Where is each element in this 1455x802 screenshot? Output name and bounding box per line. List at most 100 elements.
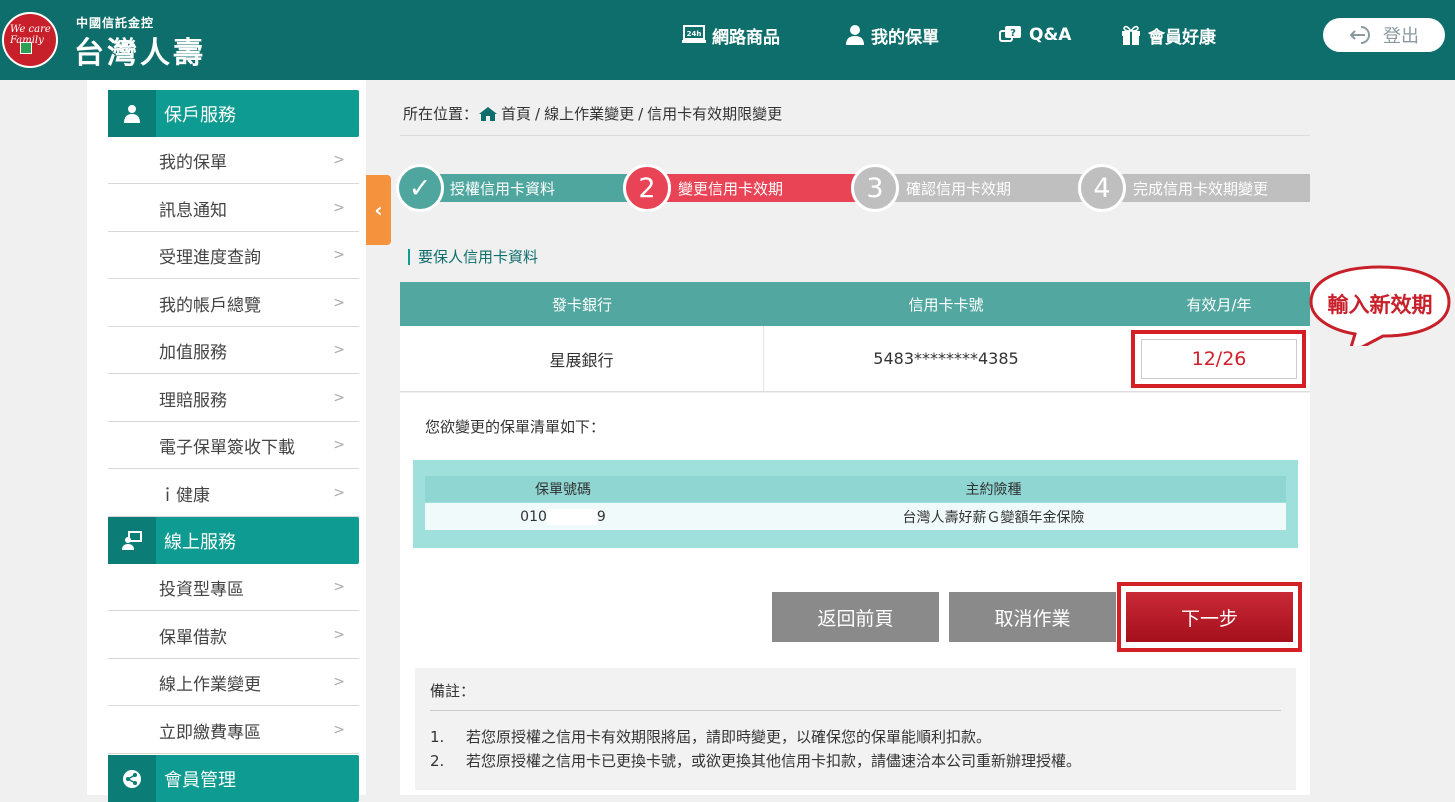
- nav-qa-label: Q&A: [1029, 25, 1072, 45]
- back-button[interactable]: 返回前頁: [772, 592, 939, 642]
- logout-button[interactable]: 登出: [1323, 18, 1445, 52]
- user-icon: [846, 25, 864, 45]
- step-number: 3: [866, 172, 884, 204]
- chevron-right-icon: >: [333, 247, 345, 263]
- sidebar-item-account-overview[interactable]: 我的帳戶總覽 >: [108, 280, 359, 327]
- card-section-title: 要保人信用卡資料: [408, 249, 538, 265]
- redaction-mask: [546, 508, 597, 525]
- sidebar-collapse-button[interactable]: ‹: [366, 175, 391, 245]
- laptop-24h-icon: 24h: [682, 25, 706, 43]
- policy-product: 台灣人壽好薪Ｇ變額年金保險: [902, 509, 1085, 526]
- sidebar-section-customer-service[interactable]: 保戶服務: [108, 90, 359, 137]
- sidebar-section-label: 會員管理: [164, 769, 236, 791]
- chevron-right-icon: >: [333, 579, 345, 595]
- step-4: 完成信用卡效期變更: [1103, 174, 1310, 202]
- policy-number-suffix: 9: [596, 508, 606, 525]
- list-item: 2. 若您原授權之信用卡已更換卡號，或欲更換其他信用卡扣款，請儘速洽本公司重新辦理…: [430, 749, 1281, 773]
- question-bubble-icon: ?: [999, 26, 1021, 42]
- sidebar-item-my-policy[interactable]: 我的保單 >: [108, 137, 359, 184]
- nav-member-perks[interactable]: 會員好康: [1120, 20, 1216, 50]
- nav-products-label: 網路商品: [712, 27, 780, 48]
- table-row: 010 9 台灣人壽好薪Ｇ變額年金保險: [425, 503, 1286, 530]
- chevron-right-icon: >: [333, 437, 345, 453]
- online-service-icon: [108, 517, 156, 564]
- brand-title: 台灣人壽: [74, 36, 206, 71]
- step-label: 授權信用卡資料: [450, 179, 556, 198]
- logo-mark: [20, 42, 32, 54]
- sidebar-item-label: 電子保單簽收下載: [159, 437, 295, 458]
- note-text: 若您原授權之信用卡已更換卡號，或欲更換其他信用卡扣款，請儘速洽本公司重新辦理授權…: [466, 752, 1082, 770]
- step-number: 4: [1093, 172, 1111, 204]
- col-expiry: 有效月/年: [1186, 295, 1252, 314]
- sidebar-section-online-service[interactable]: 線上服務: [108, 517, 359, 564]
- sidebar-item-label: 訊息通知: [159, 200, 227, 221]
- sidebar-item-i-health[interactable]: ｉ健康 >: [108, 470, 359, 517]
- home-icon[interactable]: [478, 106, 498, 122]
- card-table-header: 發卡銀行 信用卡卡號 有效月/年: [400, 282, 1310, 326]
- chevron-right-icon: >: [333, 485, 345, 501]
- site-header: We care Family 中國信託金控 台灣人壽 24h 網路商品 我的保單…: [0, 0, 1455, 80]
- sidebar-item-label: 我的帳戶總覽: [159, 295, 261, 316]
- list-item: 1. 若您原授權之信用卡有效期限將屆，請即時變更，以確保您的保單能順利扣款。: [430, 725, 1281, 749]
- breadcrumb-online-changes[interactable]: 線上作業變更: [544, 103, 634, 124]
- note-text: 若您原授權之信用卡有效期限將屆，請即時變更，以確保您的保單能順利扣款。: [466, 728, 992, 746]
- sidebar-item-label: 立即繳費專區: [159, 722, 261, 743]
- brand-logo[interactable]: We care Family: [2, 12, 58, 68]
- logout-icon: [1349, 26, 1370, 44]
- step-label: 完成信用卡效期變更: [1133, 179, 1269, 198]
- sidebar-item-label: 受理進度查詢: [159, 247, 261, 268]
- nav-products[interactable]: 24h 網路商品: [682, 20, 780, 50]
- sidebar-item-label: 理賠服務: [159, 390, 227, 411]
- breadcrumb-home[interactable]: 首頁: [501, 103, 531, 124]
- step-1-check-icon: ✓: [396, 164, 444, 212]
- cancel-button[interactable]: 取消作業: [949, 592, 1116, 642]
- user-icon: [108, 90, 156, 137]
- step-2-circle: 2: [623, 164, 671, 212]
- breadcrumb-separator: /: [638, 104, 644, 123]
- policy-intro: 您欲變更的保單清單如下：: [425, 418, 606, 436]
- chevron-right-icon: >: [333, 390, 345, 406]
- step-4-circle: 4: [1078, 164, 1126, 212]
- logout-label: 登出: [1383, 26, 1419, 47]
- col-product: 主約險種: [965, 482, 1022, 498]
- sidebar-item-label: ｉ健康: [159, 485, 210, 506]
- notes-title: 備註：: [430, 682, 476, 700]
- sidebar-item-online-changes[interactable]: 線上作業變更 >: [108, 659, 359, 706]
- sidebar-item-notifications[interactable]: 訊息通知 >: [108, 185, 359, 232]
- sidebar-item-progress[interactable]: 受理進度查詢 >: [108, 232, 359, 279]
- sidebar-section-label: 保戶服務: [164, 104, 236, 126]
- policy-table-header: 保單號碼 主約險種: [425, 476, 1286, 502]
- col-bank: 發卡銀行: [551, 295, 612, 314]
- chevron-right-icon: >: [333, 295, 345, 311]
- divider: [430, 710, 1281, 711]
- nav-my-policy[interactable]: 我的保單: [845, 20, 939, 50]
- nav-qa[interactable]: ? Q&A: [999, 20, 1071, 50]
- chevron-right-icon: >: [333, 152, 345, 168]
- sidebar-item-e-policy[interactable]: 電子保單簽收下載 >: [108, 422, 359, 469]
- sidebar-item-label: 加值服務: [159, 342, 227, 363]
- chevron-right-icon: >: [333, 627, 345, 643]
- nav-member-perks-label: 會員好康: [1148, 27, 1216, 48]
- policy-number: 010 9: [425, 503, 701, 530]
- sidebar-item-value-added[interactable]: 加值服務 >: [108, 327, 359, 374]
- notes-box: 備註： 1. 若您原授權之信用卡有效期限將屆，請即時變更，以確保您的保單能順利扣款…: [415, 668, 1296, 790]
- step-3-circle: 3: [851, 164, 899, 212]
- col-card-number: 信用卡卡號: [908, 295, 984, 314]
- sidebar-item-policy-loan[interactable]: 保單借款 >: [108, 612, 359, 659]
- chevron-left-icon: ‹: [374, 198, 383, 222]
- nav-my-policy-label: 我的保單: [871, 27, 939, 48]
- step-2: 變更信用卡效期: [648, 174, 859, 202]
- sidebar-item-investment[interactable]: 投資型專區 >: [108, 564, 359, 611]
- sidebar-item-pay-now[interactable]: 立即繳費專區 >: [108, 707, 359, 754]
- chevron-right-icon: >: [333, 674, 345, 690]
- sidebar-item-label: 線上作業變更: [159, 674, 261, 695]
- step-1: 授權信用卡資料: [420, 174, 631, 202]
- svg-text:24h: 24h: [687, 30, 702, 38]
- svg-text:?: ?: [1010, 28, 1016, 39]
- step-number: ✓: [408, 172, 432, 204]
- card-number: 5483********4385: [873, 349, 1019, 368]
- step-3: 確認信用卡效期: [876, 174, 1087, 202]
- sidebar-item-claims[interactable]: 理賠服務 >: [108, 375, 359, 422]
- sidebar-item-label: 投資型專區: [159, 579, 244, 600]
- highlight-box-next: [1117, 582, 1302, 652]
